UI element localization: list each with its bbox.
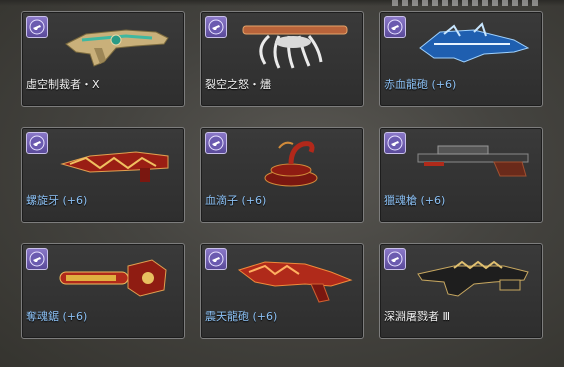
- weapon-name: 赤血龍砲 (+6): [384, 78, 457, 91]
- weapon-name: 奪魂鋸 (+6): [26, 310, 88, 323]
- weapon-class-badge-icon: [26, 16, 48, 38]
- weapon-name: 螺旋牙 (+6): [26, 194, 88, 207]
- crimson-dragon-cannon-icon: [419, 22, 530, 63]
- soul-hunter-rifle-icon: [417, 145, 529, 177]
- blood-drop-scorpion-icon: [264, 141, 318, 187]
- skyrend-fury-launcher-icon: [242, 25, 348, 69]
- weapon-card[interactable]: 虛空制裁者・X: [21, 11, 185, 107]
- weapon-card[interactable]: 赤血龍砲 (+6): [379, 11, 543, 107]
- weapon-card[interactable]: 血滴子 (+6): [200, 127, 364, 223]
- void-sanction-rifle-icon: [65, 29, 169, 67]
- weapon-class-badge-icon: [26, 248, 48, 270]
- weapon-name: 震天龍砲 (+6): [205, 310, 278, 323]
- weapon-name: 深淵屠戮者 Ⅲ: [384, 310, 451, 323]
- weapon-name: 虛空制裁者・X: [26, 78, 100, 91]
- weapon-card[interactable]: 裂空之怒・燼: [200, 11, 364, 107]
- weapon-name: 裂空之怒・燼: [205, 78, 271, 91]
- weapon-card[interactable]: 螺旋牙 (+6): [21, 127, 185, 223]
- weapon-class-badge-icon: [384, 132, 406, 154]
- weapon-class-badge-icon: [384, 16, 406, 38]
- weapon-class-badge-icon: [205, 16, 227, 38]
- weapon-class-badge-icon: [384, 248, 406, 270]
- abyss-slayer-rifle-icon: [417, 260, 529, 297]
- weapon-card[interactable]: 獵魂槍 (+6): [379, 127, 543, 223]
- soul-reaper-chainsaw-icon: [59, 259, 167, 297]
- weapon-class-badge-icon: [205, 132, 227, 154]
- weapon-class-badge-icon: [26, 132, 48, 154]
- weapon-card[interactable]: 奪魂鋸 (+6): [21, 243, 185, 339]
- weapon-card[interactable]: 震天龍砲 (+6): [200, 243, 364, 339]
- header-decoration: [392, 0, 542, 6]
- weapon-name: 血滴子 (+6): [205, 194, 267, 207]
- weapon-class-badge-icon: [205, 248, 227, 270]
- spiral-fang-drill-icon: [60, 151, 169, 182]
- thunder-dragon-cannon-icon: [237, 261, 353, 303]
- weapon-card[interactable]: 深淵屠戮者 Ⅲ: [379, 243, 543, 339]
- weapon-name: 獵魂槍 (+6): [384, 194, 446, 207]
